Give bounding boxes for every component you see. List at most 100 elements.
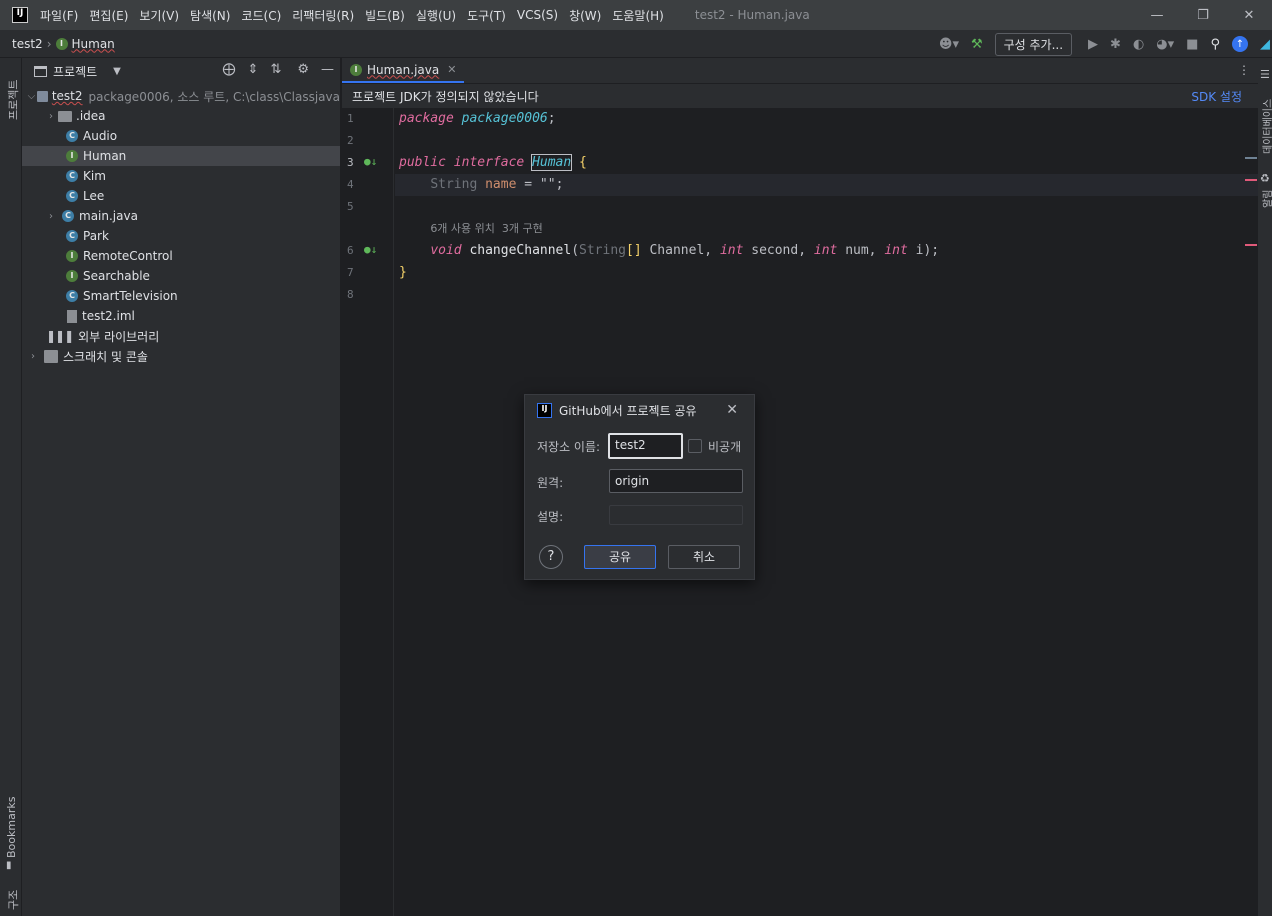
tree-item-idea[interactable]: › .idea (22, 106, 340, 126)
repo-name-input[interactable]: test2 (608, 433, 683, 459)
tree-item-searchable[interactable]: I Searchable (22, 266, 340, 286)
add-configuration-button[interactable]: 구성 추가... (994, 32, 1073, 56)
collapsed-arrow-icon[interactable]: › (26, 351, 40, 362)
menu-code[interactable]: 코드(C) (241, 7, 281, 24)
tree-item-audio[interactable]: C Audio (22, 126, 340, 146)
notifications-icon[interactable]: ♻ (1260, 172, 1270, 185)
error-stripe-marker[interactable] (1245, 179, 1257, 181)
tree-item-label: Audio (83, 129, 118, 143)
database-label[interactable]: 데이터베이스 (1259, 99, 1272, 154)
menu-view[interactable]: 보기(V) (139, 7, 179, 24)
tree-item-human[interactable]: I Human (22, 146, 340, 166)
run-icon[interactable]: ▶ (1088, 37, 1098, 52)
database-icon[interactable]: ☰ (1260, 68, 1270, 81)
update-icon[interactable]: ↑ (1232, 36, 1248, 52)
menu-window[interactable]: 창(W) (569, 7, 601, 24)
menu-navigate[interactable]: 탐색(N) (190, 7, 230, 24)
parameter: num (845, 243, 869, 258)
restore-button[interactable]: ❐ (1180, 0, 1226, 30)
tree-item-external-libraries[interactable]: ❚❚❚ 외부 라이브러리 (22, 326, 340, 346)
description-label: 설명: (537, 508, 563, 525)
menu-edit[interactable]: 편집(E) (89, 7, 128, 24)
tree-item-main[interactable]: › C main.java (22, 206, 340, 226)
tree-root[interactable]: ⌵ test2 package0006, 소스 루트, C:\class\Cla… (22, 86, 340, 106)
remote-label: 원격: (537, 474, 563, 491)
class-icon: C (66, 170, 78, 182)
debug-icon[interactable]: ✱ (1110, 37, 1121, 52)
tree-item-park[interactable]: C Park (22, 226, 340, 246)
menu-help[interactable]: 도움말(H) (612, 7, 664, 24)
library-icon: ❚❚❚ (46, 329, 74, 343)
structure-tool-window-button[interactable]: 구조 (3, 886, 20, 912)
share-button[interactable]: 공유 (584, 545, 656, 569)
menu-build[interactable]: 빌드(B) (365, 7, 405, 24)
tree-item-kim[interactable]: C Kim (22, 166, 340, 186)
iml-file-icon (67, 309, 77, 323)
description-input[interactable] (609, 505, 743, 525)
close-icon[interactable]: ✕ (447, 63, 456, 76)
tree-item-label: Park (83, 229, 109, 243)
implemented-gutter-icon[interactable]: ●↓ (364, 155, 377, 168)
error-stripe-marker[interactable] (1245, 157, 1257, 159)
implemented-gutter-icon[interactable]: ●↓ (364, 243, 377, 256)
line-number: 5 (347, 200, 354, 213)
tree-item-remotecontrol[interactable]: I RemoteControl (22, 246, 340, 266)
project-tool-window-button[interactable]: 프로젝트 (3, 68, 20, 124)
user-icon[interactable]: ☻▾ (939, 37, 959, 52)
gear-icon[interactable]: ⚙ (297, 62, 309, 77)
bookmarks-tool-window-button[interactable]: Bookmarks ▮ (3, 796, 19, 876)
minimize-button[interactable]: — (1134, 0, 1180, 30)
locate-file-icon[interactable]: ⨁ (223, 62, 236, 77)
class-icon: C (66, 290, 78, 302)
menu-refactor[interactable]: 리팩터링(R) (292, 7, 354, 24)
setup-sdk-link[interactable]: SDK 설정 (1191, 88, 1242, 105)
hide-panel-icon[interactable]: — (321, 62, 334, 77)
profile-icon[interactable]: ◕▾ (1156, 37, 1174, 52)
tree-item-label: SmartTelevision (83, 289, 178, 303)
code-line-3: public interface Human { (399, 152, 587, 174)
menu-file[interactable]: 파일(F) (40, 7, 78, 24)
chevron-down-icon[interactable]: ▼ (113, 66, 121, 77)
coverage-icon[interactable]: ◐ (1133, 37, 1144, 52)
project-panel-title[interactable]: 프로젝트 (53, 63, 97, 80)
breadcrumb-file[interactable]: Human (72, 37, 115, 51)
private-checkbox[interactable] (688, 439, 702, 453)
tree-item-lee[interactable]: C Lee (22, 186, 340, 206)
menu-tools[interactable]: 도구(T) (467, 7, 506, 24)
expand-all-icon[interactable]: ⇕ (248, 62, 259, 77)
cancel-button[interactable]: 취소 (668, 545, 740, 569)
root-name: test2 (51, 89, 83, 103)
build-hammer-icon[interactable]: ⚒ (971, 37, 983, 52)
collapsed-arrow-icon[interactable]: › (44, 111, 58, 122)
tree-item-label: RemoteControl (83, 249, 173, 263)
tab-human-java[interactable]: I Human.java ✕ (342, 58, 465, 83)
notifications-label[interactable]: 알림 (1259, 190, 1272, 208)
breadcrumb-project[interactable]: test2 (12, 37, 43, 51)
help-button[interactable]: ? (539, 545, 563, 569)
collapsed-arrow-icon[interactable]: › (44, 211, 58, 222)
scratches-icon (44, 349, 58, 363)
tree-item-smarttelevision[interactable]: C SmartTelevision (22, 286, 340, 306)
close-icon[interactable]: ✕ (726, 402, 738, 418)
tree-item-scratches[interactable]: › 스크래치 및 콘솔 (22, 346, 340, 366)
search-icon[interactable]: ⚲ (1210, 37, 1220, 52)
plugin-icon[interactable]: ◢ (1260, 37, 1270, 52)
error-stripe-marker[interactable] (1245, 244, 1257, 246)
close-window-button[interactable]: ✕ (1226, 0, 1272, 30)
collapse-all-icon[interactable]: ⇅ (270, 62, 281, 77)
remote-input[interactable]: origin (609, 469, 743, 493)
tree-item-label: 스크래치 및 콘솔 (63, 349, 148, 364)
stop-icon[interactable]: ■ (1186, 37, 1198, 52)
share-on-github-dialog: IJ GitHub에서 프로젝트 공유 ✕ 저장소 이름: test2 비공개 … (524, 394, 755, 580)
menu-run[interactable]: 실행(U) (416, 7, 456, 24)
usage-hint[interactable]: 6개 사용 위치 3개 구현 (430, 222, 542, 235)
more-options-icon[interactable]: ⋮ (1238, 63, 1250, 77)
interface-icon: I (66, 150, 78, 162)
interface-icon: I (66, 270, 78, 282)
tree-item-iml[interactable]: test2.iml (22, 306, 340, 326)
menu-vcs[interactable]: VCS(S) (517, 8, 558, 22)
type-name: String (579, 243, 626, 258)
expanded-arrow-icon[interactable]: ⌵ (26, 91, 37, 102)
gutter: 1 2 3 ●↓ 4 5 6 ●↓ 7 8 (342, 108, 394, 916)
interface-icon: I (55, 37, 68, 50)
